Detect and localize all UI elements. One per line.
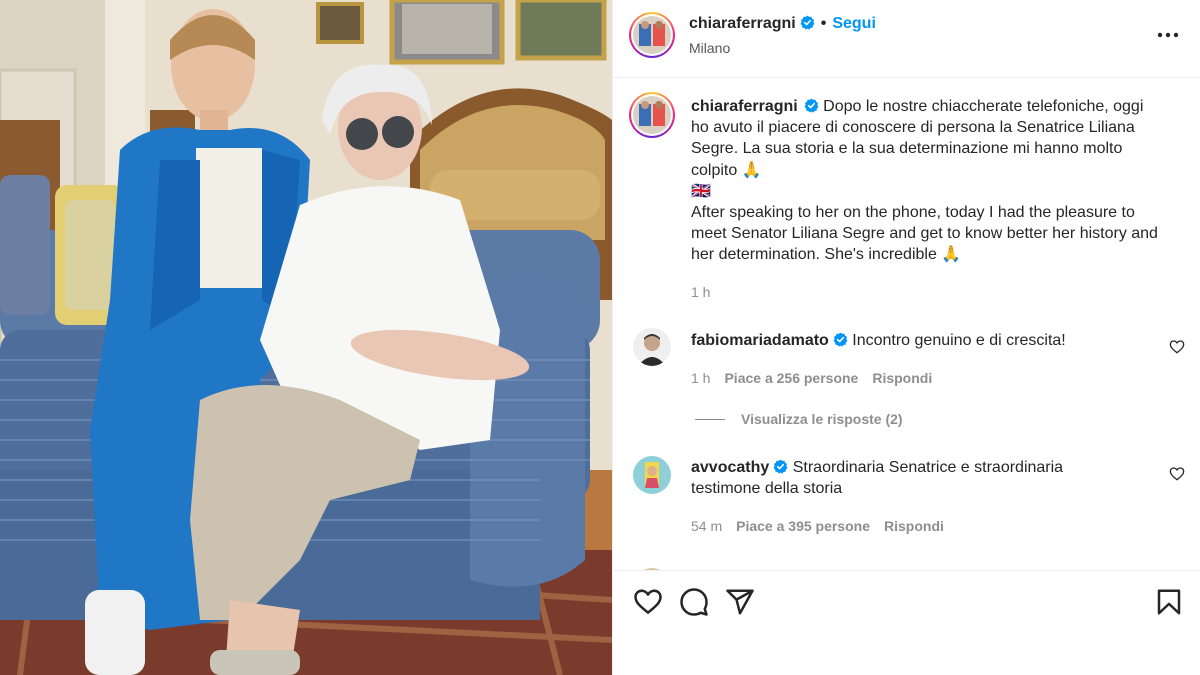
post-sidebar: chiaraferragni • Segui Milano chiaraferrag… bbox=[612, 0, 1200, 675]
comment-like-heart-icon[interactable] bbox=[1169, 339, 1185, 355]
caption-username[interactable]: chiaraferragni bbox=[691, 98, 798, 115]
replies-divider bbox=[695, 419, 725, 420]
view-replies-label: Visualizza le risposte (2) bbox=[741, 411, 903, 427]
comment-bubble-icon[interactable] bbox=[679, 587, 709, 617]
comment-meta: 1 h Piace a 256 persone Rispondi bbox=[691, 370, 946, 386]
verified-badge-icon bbox=[800, 15, 815, 30]
post-actions-bar bbox=[613, 570, 1200, 675]
commenter-avatar[interactable] bbox=[633, 328, 671, 366]
commenter-avatar-image bbox=[633, 328, 671, 366]
caption-flag: 🇬🇧 bbox=[691, 182, 711, 200]
commenter-avatar[interactable] bbox=[633, 456, 671, 494]
commenter-avatar-image bbox=[633, 456, 671, 494]
caption-avatar-image bbox=[633, 96, 671, 134]
comment-likes-count[interactable]: Piace a 256 persone bbox=[724, 370, 858, 386]
comment-text: fabiomariadamato Incontro genuino e di c… bbox=[691, 330, 1131, 351]
caption-text: chiaraferragni Dopo le nostre chiacchera… bbox=[691, 96, 1161, 266]
comment-meta: 54 m Piace a 395 persone Rispondi bbox=[691, 518, 958, 534]
post-image bbox=[0, 0, 612, 675]
heart-icon[interactable] bbox=[633, 587, 663, 617]
comment-timestamp[interactable]: 54 m bbox=[691, 518, 722, 534]
author-line: chiaraferragni • Segui bbox=[689, 15, 876, 33]
bookmark-icon[interactable] bbox=[1154, 587, 1184, 617]
paper-plane-icon[interactable] bbox=[725, 587, 755, 617]
post-header: chiaraferragni • Segui Milano bbox=[613, 0, 1200, 78]
follow-button[interactable]: Segui bbox=[832, 15, 876, 32]
caption-english: After speaking to her on the phone, toda… bbox=[691, 204, 1158, 264]
author-username[interactable]: chiaraferragni bbox=[689, 15, 796, 32]
verified-badge-icon bbox=[773, 459, 788, 474]
comment-body: Incontro genuino e di crescita! bbox=[852, 332, 1066, 349]
verified-badge-icon bbox=[833, 332, 848, 347]
post-location[interactable]: Milano bbox=[689, 40, 730, 56]
more-horizontal-icon[interactable] bbox=[1155, 22, 1181, 48]
verified-badge-icon bbox=[804, 98, 819, 113]
comment-like-heart-icon[interactable] bbox=[1169, 466, 1185, 482]
commenter-username[interactable]: fabiomariadamato bbox=[691, 332, 829, 349]
post-photo[interactable] bbox=[0, 0, 612, 675]
caption-timestamp[interactable]: 1 h bbox=[691, 284, 710, 300]
commenter-username[interactable]: avvocathy bbox=[691, 459, 769, 476]
caption-author-avatar[interactable] bbox=[629, 92, 675, 138]
reply-button[interactable]: Rispondi bbox=[884, 518, 944, 534]
comment-likes-count[interactable]: Piace a 395 persone bbox=[736, 518, 870, 534]
author-avatar[interactable] bbox=[629, 12, 675, 58]
separator-dot: • bbox=[820, 15, 827, 32]
comment-timestamp[interactable]: 1 h bbox=[691, 370, 710, 386]
author-avatar-image bbox=[633, 16, 671, 54]
reply-button[interactable]: Rispondi bbox=[872, 370, 932, 386]
comment-text: avvocathy Straordinaria Senatrice e stra… bbox=[691, 457, 1131, 499]
view-replies-button[interactable]: Visualizza le risposte (2) bbox=[695, 411, 903, 427]
